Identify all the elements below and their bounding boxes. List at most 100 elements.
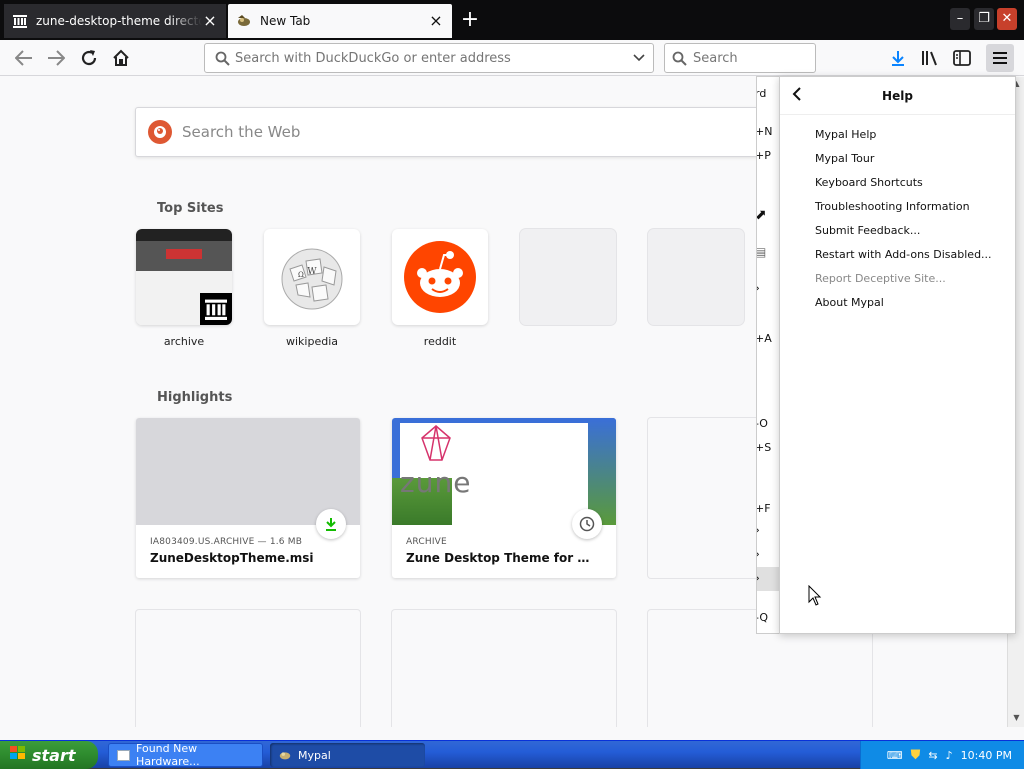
taskbar-button-label: Found New Hardware...: [136, 742, 200, 768]
menu-item-submit-feedback[interactable]: Submit Feedback...: [815, 224, 920, 237]
highlight-title: Zune Desktop Theme for Windo...: [406, 551, 616, 565]
archive-icon: [12, 13, 28, 29]
library-button[interactable]: [916, 44, 944, 72]
help-panel: Help Mypal Help Mypal Tour Keyboard Shor…: [779, 76, 1016, 634]
search-bar[interactable]: Search: [664, 43, 816, 73]
duckduckgo-icon: [148, 120, 172, 144]
mypal-icon: [278, 748, 292, 762]
chevron-down-icon[interactable]: [625, 51, 653, 65]
tab-strip: zune-desktop-theme directory listing × N…: [0, 0, 1024, 40]
clock-icon: [572, 509, 602, 539]
maximize-button[interactable]: ❐: [974, 8, 994, 30]
svg-text:Ω: Ω: [298, 271, 304, 279]
top-site-archive[interactable]: archive: [136, 229, 232, 348]
keyboard-icon[interactable]: ⌨: [887, 749, 903, 762]
web-search-box[interactable]: Search the Web: [135, 107, 795, 157]
highlight-card[interactable]: IA803409.US.ARCHIVE — 1.6 MB ZuneDesktop…: [136, 418, 360, 578]
highlight-empty: [136, 610, 360, 727]
highlight-card[interactable]: zune ARCHIVE Zune Desktop Theme for Wind…: [392, 418, 616, 578]
back-button[interactable]: [10, 44, 38, 72]
top-site-wikipedia[interactable]: W Ω wikipedia: [264, 229, 360, 348]
tab-new-tab[interactable]: New Tab ×: [228, 4, 452, 38]
wikipedia-globe-icon: W Ω: [281, 248, 343, 310]
window-icon: [117, 749, 131, 761]
menu-shortcut[interactable]: -Q: [757, 611, 768, 624]
menu-shortcut[interactable]: +N: [757, 125, 772, 138]
menu-shortcut[interactable]: +F: [757, 502, 771, 515]
menu-item-mypal-help[interactable]: Mypal Help: [815, 128, 876, 141]
archive-icon: [200, 293, 232, 325]
highlight-title: ZuneDesktopTheme.msi: [150, 551, 314, 565]
home-icon: [113, 49, 129, 66]
taskbar-button-found-hardware[interactable]: Found New Hardware...: [108, 742, 263, 768]
top-sites-heading: Top Sites: [157, 201, 224, 216]
taskbar: start Found New Hardware... Mypal ⌨ ⛊ ⇆ …: [0, 740, 1024, 769]
url-input[interactable]: [235, 50, 625, 66]
taskbar-button-mypal[interactable]: Mypal: [270, 743, 425, 767]
tab-title: zune-desktop-theme directory listing: [36, 14, 202, 28]
chevron-right-icon[interactable]: ›: [757, 523, 760, 537]
svg-text:W: W: [307, 267, 317, 277]
highlight-image: zune: [392, 418, 616, 539]
site-thumbnail: [520, 229, 616, 325]
taskbar-button-label: Mypal: [298, 748, 331, 762]
menu-item-about-mypal[interactable]: About Mypal: [815, 296, 884, 309]
reload-button[interactable]: [75, 44, 103, 72]
downloads-button[interactable]: [884, 44, 912, 72]
chevron-right-icon[interactable]: ›: [757, 571, 760, 585]
tab-archive[interactable]: zune-desktop-theme directory listing ×: [4, 4, 226, 38]
web-search-placeholder: Search the Web: [182, 123, 301, 141]
forward-button[interactable]: [42, 44, 70, 72]
reddit-icon: [404, 241, 476, 313]
sidebar-icon: [953, 50, 971, 66]
menu-shortcut[interactable]: +P: [757, 149, 771, 162]
minimize-button[interactable]: –: [950, 8, 970, 30]
site-thumbnail: [136, 229, 232, 325]
menu-item-keyboard-shortcuts[interactable]: Keyboard Shortcuts: [815, 176, 923, 189]
site-thumbnail: [648, 229, 744, 325]
sidebar-button[interactable]: [948, 44, 976, 72]
menu-item-mypal-tour[interactable]: Mypal Tour: [815, 152, 874, 165]
chevron-right-icon[interactable]: ›: [757, 547, 760, 561]
start-label: start: [32, 745, 76, 765]
zune-wordmark: zune: [400, 466, 472, 499]
new-tab-button[interactable]: +: [456, 6, 484, 34]
library-icon: [922, 51, 937, 66]
paste-icon[interactable]: ▤: [757, 245, 766, 259]
menu-item-restart-addons-disabled[interactable]: Restart with Add-ons Disabled...: [815, 248, 992, 261]
menu-shortcut[interactable]: +S: [757, 441, 771, 454]
speaker-icon[interactable]: ♪: [946, 749, 953, 762]
menu-shortcut[interactable]: rd: [757, 87, 766, 100]
home-button[interactable]: [107, 44, 135, 72]
windows-flag-icon: [10, 746, 26, 764]
close-tab-icon[interactable]: ×: [428, 13, 444, 29]
menu-shortcut[interactable]: -O: [757, 417, 768, 430]
arrow-left-icon: [15, 50, 32, 66]
top-site-label: wikipedia: [285, 335, 338, 348]
network-icon[interactable]: ⇆: [928, 749, 937, 762]
close-window-button[interactable]: ✕: [997, 8, 1017, 30]
menu-shortcut[interactable]: +A: [757, 332, 772, 345]
open-menu-button[interactable]: [986, 44, 1014, 72]
start-button[interactable]: start: [0, 741, 98, 769]
tab-title: New Tab: [260, 14, 311, 28]
mouse-cursor-icon: [808, 585, 822, 606]
top-site-label: reddit: [423, 335, 457, 348]
shield-icon[interactable]: ⛊: [911, 748, 921, 763]
top-site-empty[interactable]: [520, 229, 616, 325]
menu-item-report-deceptive-site: Report Deceptive Site...: [815, 272, 946, 285]
back-arrow-icon[interactable]: [792, 86, 802, 105]
search-icon: [665, 51, 693, 66]
menu-item-troubleshooting[interactable]: Troubleshooting Information: [815, 200, 970, 213]
popout-icon[interactable]: ⬈: [757, 207, 767, 223]
site-thumbnail: [392, 229, 488, 325]
url-bar[interactable]: [204, 43, 654, 73]
chevron-right-icon[interactable]: ›: [757, 281, 760, 295]
close-tab-icon[interactable]: ×: [202, 13, 218, 29]
zune-logo-icon: [421, 425, 451, 461]
help-panel-title: Help: [882, 88, 913, 103]
top-site-empty[interactable]: [648, 229, 744, 325]
arrow-right-icon: [48, 50, 65, 66]
scroll-down-icon[interactable]: ▼: [1011, 713, 1022, 724]
top-site-reddit[interactable]: reddit: [392, 229, 488, 348]
